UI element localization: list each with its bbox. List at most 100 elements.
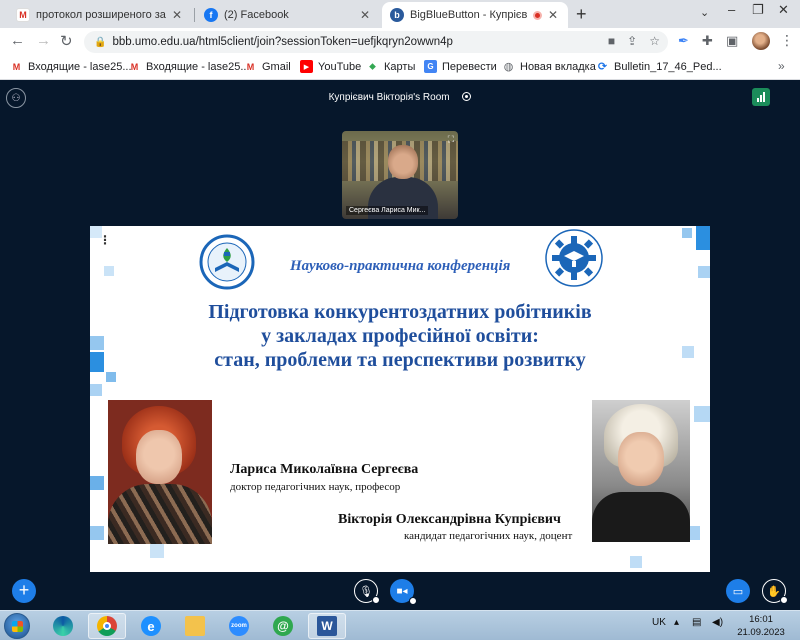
decor-tile <box>698 266 710 278</box>
bookmark-item[interactable]: M Gmail <box>244 60 291 73</box>
url-text: bbb.umo.edu.ua/html5client/join?sessionT… <box>112 36 453 48</box>
translate-icon: G <box>424 60 437 73</box>
raise-hand-button[interactable]: ✋ <box>762 579 788 604</box>
tab-search-icon[interactable]: ⌄ <box>700 6 709 19</box>
speaker2-photo <box>592 400 690 542</box>
gmail-icon: M <box>246 61 255 72</box>
side-panel-icon[interactable]: ▣ <box>726 33 738 49</box>
profile-avatar[interactable] <box>752 32 770 50</box>
omnibox-actions: ■ ⇪ ☆ <box>608 34 660 48</box>
screen-share-button[interactable]: ▭ <box>726 579 750 603</box>
speaker1-name: Лариса Миколаївна Сергеєва <box>230 462 419 477</box>
tab-strip: M протокол розширеного засідання ✕ f (2)… <box>0 0 800 28</box>
reload-icon[interactable]: ↻ <box>60 32 73 50</box>
pen-extension-icon[interactable]: ✒ <box>678 33 689 49</box>
gmail-icon: M <box>130 61 139 72</box>
webcam-video[interactable]: ⛶ Сергеєва Лариса Мик... <box>342 131 458 219</box>
slide-options-icon[interactable]: ⋮ <box>96 232 114 250</box>
actions-plus-button[interactable]: + <box>12 579 36 603</box>
microphone-muted-button[interactable]: 🎙 <box>354 579 380 604</box>
bookmark-star-icon[interactable]: ☆ <box>649 34 660 48</box>
edge-icon <box>53 616 73 636</box>
slide-title: Підготовка конкурентоздатних робітників … <box>208 301 592 371</box>
speaker2-degree: кандидат педагогічних наук, доцент <box>404 530 573 542</box>
bookmarks-overflow-icon[interactable]: » <box>778 59 785 73</box>
decor-tile <box>90 476 104 490</box>
facebook-icon: f <box>204 8 218 22</box>
audio-settings-indicator <box>372 596 380 604</box>
reactions-indicator <box>780 596 788 604</box>
new-tab-button[interactable]: + <box>576 4 587 25</box>
at-sign-icon: @ <box>273 616 293 636</box>
webcam-button[interactable]: ■◂ <box>390 579 417 605</box>
bookmark-item[interactable]: ▶ YouTube <box>300 60 361 73</box>
connection-status-icon[interactable] <box>752 88 770 106</box>
lock-icon[interactable]: 🔒 <box>94 37 106 48</box>
bookmark-item[interactable]: M Входящие - lase25... <box>10 60 132 73</box>
minimize-icon[interactable]: – <box>728 2 735 17</box>
taskbar-internet-explorer[interactable]: e <box>132 613 170 639</box>
speaker1-photo <box>108 400 212 544</box>
bookmark-item[interactable]: ◍ Новая вкладка <box>502 60 596 74</box>
decor-tile <box>694 406 710 422</box>
browser-menu-icon[interactable]: ⋮ <box>780 32 794 49</box>
folder-icon <box>185 616 205 636</box>
start-button[interactable] <box>4 613 30 639</box>
presentation-slide: ⋮ Науково-практична конференція Підготов… <box>90 226 710 572</box>
window-close-icon[interactable]: ✕ <box>778 2 789 18</box>
network-icon[interactable]: ▤ <box>692 617 701 628</box>
decor-tile <box>90 384 102 396</box>
meeting-area: ⚇ Купрієвич Вікторія's Room ⛶ Сергеєва Л… <box>0 80 800 610</box>
address-bar[interactable]: 🔒 bbb.umo.edu.ua/html5client/join?sessio… <box>84 31 668 53</box>
decor-tile <box>90 336 104 350</box>
webcam-person-head <box>388 145 418 179</box>
decor-tile <box>90 526 104 540</box>
taskbar-zoom[interactable]: zoom <box>220 613 258 639</box>
recording-indicator-icon <box>533 10 542 20</box>
taskbar-edge[interactable] <box>44 613 82 639</box>
tab-gmail-protocol[interactable]: M протокол розширеного засідання ✕ <box>8 2 192 28</box>
close-icon[interactable]: ✕ <box>548 8 560 22</box>
system-clock[interactable]: 16:01 21.09.2023 <box>734 613 788 639</box>
tray-expand-icon[interactable]: ▴ <box>674 617 679 628</box>
restore-icon[interactable]: ❐ <box>752 2 764 18</box>
word-icon: W <box>317 616 337 636</box>
monitor-icon: ▭ <box>732 585 744 598</box>
recording-status-icon[interactable] <box>462 92 472 101</box>
taskbar-messenger[interactable]: @ <box>264 613 302 639</box>
bookmarks-bar: M Входящие - lase25... M Входящие - lase… <box>0 56 800 80</box>
browser-toolbar: ← → ↻ 🔒 bbb.umo.edu.ua/html5client/join?… <box>0 28 800 56</box>
speaker2-name: Вікторія Олександрівна Купрієвич <box>338 512 561 527</box>
bookmark-item[interactable]: ⟳ Bulletin_17_46_Ped... <box>596 60 722 74</box>
taskbar-chrome[interactable] <box>88 613 126 639</box>
youtube-icon: ▶ <box>300 60 313 73</box>
camera-permission-icon[interactable]: ■ <box>608 34 615 48</box>
close-icon[interactable]: ✕ <box>360 8 372 22</box>
taskbar-word[interactable]: W <box>308 613 346 639</box>
bookmark-item[interactable]: ⬥ Карты <box>366 60 415 73</box>
bookmark-item[interactable]: G Перевести <box>424 60 497 73</box>
microphone-off-icon: 🎙 <box>359 585 373 598</box>
maps-icon: ⬥ <box>369 61 376 71</box>
back-icon[interactable]: ← <box>10 32 25 49</box>
fullscreen-icon[interactable]: ⛶ <box>448 134 454 145</box>
decor-tile <box>150 544 164 558</box>
decor-tile <box>682 228 692 238</box>
taskbar-file-explorer[interactable] <box>176 613 214 639</box>
bigbluebutton-icon: b <box>390 8 404 22</box>
language-indicator[interactable]: UK <box>652 617 666 628</box>
windows-taskbar: e zoom @ W UK ▴ ▤ ◀) 16:01 21.09.2023 <box>0 610 800 640</box>
forward-icon[interactable]: → <box>36 32 51 49</box>
tab-bigbluebutton[interactable]: b BigBlueButton - Купрієвич В ✕ <box>382 2 568 28</box>
gmail-icon: M <box>16 8 30 22</box>
volume-icon[interactable]: ◀) <box>712 617 723 628</box>
conference-label: Науково-практична конференція <box>290 258 511 274</box>
close-icon[interactable]: ✕ <box>172 8 184 22</box>
video-settings-indicator <box>409 597 417 605</box>
chrome-icon <box>97 616 117 636</box>
extensions-puzzle-icon[interactable]: ✚ <box>702 33 713 49</box>
bookmark-item[interactable]: M Входящие - lase25... <box>128 60 250 73</box>
share-icon[interactable]: ⇪ <box>627 34 637 48</box>
speaker1-degree: доктор педагогічних наук, професор <box>230 481 401 493</box>
tab-facebook[interactable]: f (2) Facebook ✕ <box>196 2 380 28</box>
